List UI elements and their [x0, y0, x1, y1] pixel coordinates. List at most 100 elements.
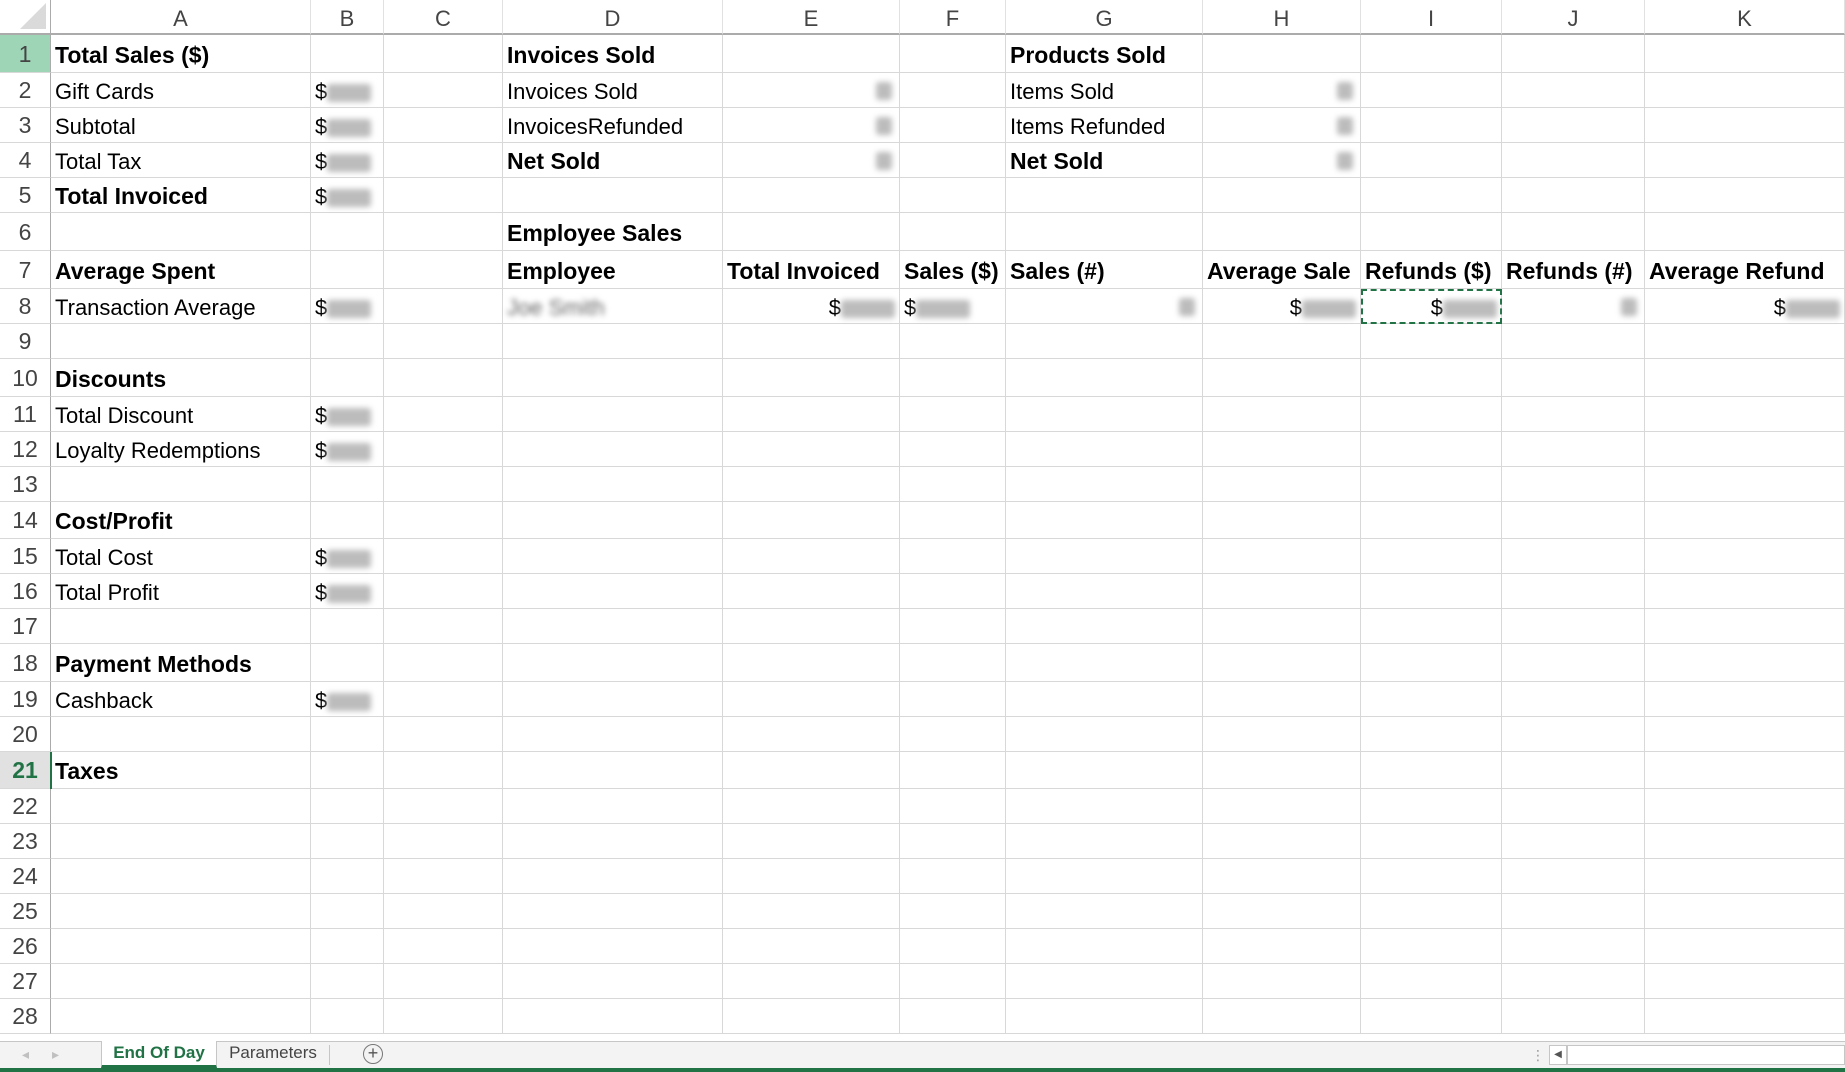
row-header-1[interactable]: 1 — [0, 35, 51, 73]
cell-c26[interactable] — [384, 929, 503, 964]
cell-f28[interactable] — [900, 999, 1006, 1034]
cell-a13[interactable] — [51, 467, 311, 502]
cell-a22[interactable] — [51, 789, 311, 824]
cell-a17[interactable] — [51, 609, 311, 644]
cell-g18[interactable] — [1006, 644, 1203, 682]
cell-e21[interactable] — [723, 752, 900, 789]
cell-d28[interactable] — [503, 999, 723, 1034]
cell-k24[interactable] — [1645, 859, 1845, 894]
cell-c12[interactable] — [384, 432, 503, 467]
cell-e26[interactable] — [723, 929, 900, 964]
cell-c21[interactable] — [384, 752, 503, 789]
cell-f2[interactable] — [900, 73, 1006, 108]
cell-f22[interactable] — [900, 789, 1006, 824]
cell-i19[interactable] — [1361, 682, 1502, 717]
cell-b8[interactable]: $ — [311, 289, 384, 324]
cell-e4[interactable] — [723, 143, 900, 178]
cell-d25[interactable] — [503, 894, 723, 929]
cell-k27[interactable] — [1645, 964, 1845, 999]
cell-f3[interactable] — [900, 108, 1006, 143]
row-header-5[interactable]: 5 — [0, 178, 51, 213]
cell-f10[interactable] — [900, 359, 1006, 397]
cell-i25[interactable] — [1361, 894, 1502, 929]
cell-d22[interactable] — [503, 789, 723, 824]
cell-a25[interactable] — [51, 894, 311, 929]
cell-k6[interactable] — [1645, 213, 1845, 251]
cell-d17[interactable] — [503, 609, 723, 644]
cell-f24[interactable] — [900, 859, 1006, 894]
row-header-26[interactable]: 26 — [0, 929, 51, 964]
cell-e11[interactable] — [723, 397, 900, 432]
cell-e19[interactable] — [723, 682, 900, 717]
cell-a18[interactable]: Payment Methods — [51, 644, 311, 682]
cell-d24[interactable] — [503, 859, 723, 894]
cell-i15[interactable] — [1361, 539, 1502, 574]
cell-c23[interactable] — [384, 824, 503, 859]
cell-k10[interactable] — [1645, 359, 1845, 397]
row-header-14[interactable]: 14 — [0, 502, 51, 539]
cell-f7[interactable]: Sales ($) — [900, 251, 1006, 289]
cell-h28[interactable] — [1203, 999, 1361, 1034]
cell-g4[interactable]: Net Sold — [1006, 143, 1203, 178]
cell-e15[interactable] — [723, 539, 900, 574]
cell-j11[interactable] — [1502, 397, 1645, 432]
cell-b9[interactable] — [311, 324, 384, 359]
cell-i23[interactable] — [1361, 824, 1502, 859]
cell-f20[interactable] — [900, 717, 1006, 752]
cell-f27[interactable] — [900, 964, 1006, 999]
cell-b13[interactable] — [311, 467, 384, 502]
cell-j5[interactable] — [1502, 178, 1645, 213]
add-sheet-icon[interactable]: + — [363, 1044, 383, 1064]
cell-d7[interactable]: Employee — [503, 251, 723, 289]
cell-e27[interactable] — [723, 964, 900, 999]
cell-a27[interactable] — [51, 964, 311, 999]
cell-i22[interactable] — [1361, 789, 1502, 824]
column-header-e[interactable]: E — [723, 0, 900, 35]
cell-h5[interactable] — [1203, 178, 1361, 213]
cell-d4[interactable]: Net Sold — [503, 143, 723, 178]
row-header-11[interactable]: 11 — [0, 397, 51, 432]
cell-i16[interactable] — [1361, 574, 1502, 609]
row-header-19[interactable]: 19 — [0, 682, 51, 717]
cell-g23[interactable] — [1006, 824, 1203, 859]
cell-j25[interactable] — [1502, 894, 1645, 929]
cell-d1[interactable]: Invoices Sold — [503, 35, 723, 73]
cell-b22[interactable] — [311, 789, 384, 824]
cell-j2[interactable] — [1502, 73, 1645, 108]
cell-c5[interactable] — [384, 178, 503, 213]
cell-a1[interactable]: Total Sales ($) — [51, 35, 311, 73]
cell-g2[interactable]: Items Sold — [1006, 73, 1203, 108]
cell-j19[interactable] — [1502, 682, 1645, 717]
cell-h23[interactable] — [1203, 824, 1361, 859]
row-header-15[interactable]: 15 — [0, 539, 51, 574]
cell-i11[interactable] — [1361, 397, 1502, 432]
cell-j6[interactable] — [1502, 213, 1645, 251]
cell-h27[interactable] — [1203, 964, 1361, 999]
column-header-b[interactable]: B — [311, 0, 384, 35]
cell-e7[interactable]: Total Invoiced — [723, 251, 900, 289]
cell-g3[interactable]: Items Refunded — [1006, 108, 1203, 143]
cell-c19[interactable] — [384, 682, 503, 717]
cell-c16[interactable] — [384, 574, 503, 609]
cell-b7[interactable] — [311, 251, 384, 289]
more-options-icon[interactable]: ⋮ — [1531, 1047, 1545, 1064]
cell-h25[interactable] — [1203, 894, 1361, 929]
cell-b19[interactable]: $ — [311, 682, 384, 717]
horizontal-scrollbar[interactable] — [1567, 1045, 1845, 1065]
cell-f4[interactable] — [900, 143, 1006, 178]
cell-i12[interactable] — [1361, 432, 1502, 467]
column-header-d[interactable]: D — [503, 0, 723, 35]
cell-b11[interactable]: $ — [311, 397, 384, 432]
cell-i28[interactable] — [1361, 999, 1502, 1034]
cell-a5[interactable]: Total Invoiced — [51, 178, 311, 213]
row-header-23[interactable]: 23 — [0, 824, 51, 859]
cell-e8[interactable]: $ — [723, 289, 900, 324]
column-header-i[interactable]: I — [1361, 0, 1502, 35]
cell-g11[interactable] — [1006, 397, 1203, 432]
row-header-3[interactable]: 3 — [0, 108, 51, 143]
cell-a6[interactable] — [51, 213, 311, 251]
cell-f5[interactable] — [900, 178, 1006, 213]
cell-h24[interactable] — [1203, 859, 1361, 894]
cell-h12[interactable] — [1203, 432, 1361, 467]
cell-e18[interactable] — [723, 644, 900, 682]
